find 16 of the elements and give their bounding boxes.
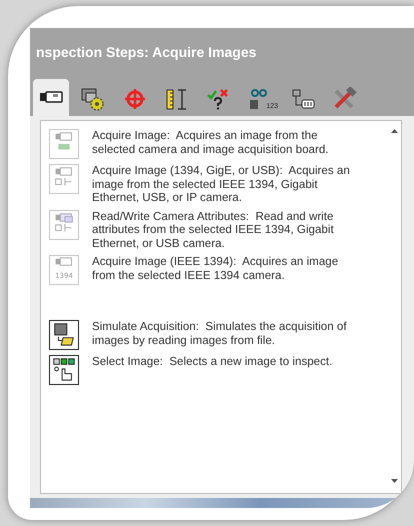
connector-icon — [290, 87, 316, 111]
step-button[interactable] — [49, 355, 79, 385]
crosshair-icon — [122, 87, 148, 111]
tools-icon — [332, 87, 358, 111]
scroll-down-icon[interactable] — [390, 479, 398, 483]
step-description: Select Image: Selects a new image to inspect. — [92, 355, 334, 368]
gear-icon — [80, 87, 106, 111]
step-description: Acquire Image (1394, GigE, or USB): Acquires an image from the selected IEEE 1394, Gigabit Ethernet, USB, or IP camera. — [92, 164, 351, 204]
step-description: Acquire Image: Acquires an image from the selected camera and image acquisition board. — [92, 129, 330, 156]
step-button[interactable] — [49, 320, 79, 350]
scroll-up-icon[interactable] — [390, 129, 398, 133]
step-description: Simulate Acquisition: Simulates the acquisition of images by reading images from file. — [92, 320, 348, 347]
step-description: Read/Write Camera Attributes: Read and write attributes from the selected IEEE 1394, Gigabit Ethernet, or USB camera. — [92, 210, 335, 250]
tool-tab[interactable] — [33, 79, 69, 116]
step-description: Acquire Image (IEEE 1394): Acquires an image from the selected IEEE 1394 camera. — [92, 255, 340, 282]
window-title: nspection Steps: Acquire Images — [36, 44, 256, 60]
